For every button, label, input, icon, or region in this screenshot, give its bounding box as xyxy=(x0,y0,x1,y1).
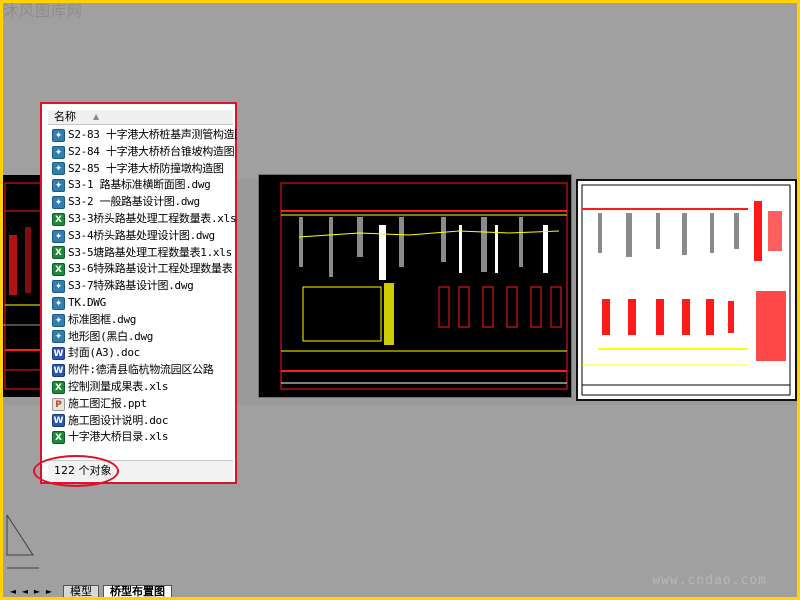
powerpoint-file-icon: P xyxy=(52,397,65,411)
dwg-file-icon: ✦ xyxy=(52,280,65,294)
file-name: 施工图汇报.ppt xyxy=(68,396,147,410)
word-file-icon: W xyxy=(52,347,65,361)
layout-tab-bar: ◄ ◄ ► ► 模型 桥型布置图 xyxy=(3,585,797,597)
file-name: S3-3桥头路基处理工程数量表.xls xyxy=(68,211,237,225)
list-item[interactable]: X 控制测量成果表.xls xyxy=(52,379,237,396)
ucs-axis-icon xyxy=(6,514,39,569)
list-item[interactable]: ✦ S2-83 十字港大桥桩基声测管构造图 xyxy=(52,127,237,144)
status-highlight-ellipse xyxy=(33,455,119,487)
list-item[interactable]: X 十字港大桥目录.xls xyxy=(52,429,237,446)
file-name: S3-6特殊路基设计工程处理数量表 xyxy=(68,262,233,276)
sort-ascending-icon: ▲ xyxy=(93,112,100,121)
file-name: S2-85 十字港大桥防撞墩构造图 xyxy=(68,161,224,175)
drawing-thumbnail-center[interactable] xyxy=(258,174,572,398)
file-name: 标准图框.dwg xyxy=(68,312,137,326)
file-name: 附件:德清县临杭物流园区公路 xyxy=(68,363,214,377)
file-name: 地形图(黑白.dwg xyxy=(68,329,154,343)
list-item[interactable]: ✦ S3-2 一般路基设计图.dwg xyxy=(52,194,237,211)
file-list-panel: 名称 ▲ ✦ S2-83 十字港大桥桩基声测管构造图 ✦ S2-84 十字港大桥桥台锥… xyxy=(40,102,237,484)
word-file-icon: W xyxy=(52,414,65,428)
list-item[interactable]: ✦ S3-7特殊路基设计图.dwg xyxy=(52,278,237,295)
word-file-icon: W xyxy=(52,364,65,378)
file-name: 十字港大桥目录.xls xyxy=(68,430,169,444)
dwg-file-icon: ✦ xyxy=(52,162,65,176)
excel-file-icon: X xyxy=(52,263,65,277)
excel-file-icon: X xyxy=(52,380,65,394)
column-header-label: 名称 xyxy=(54,110,76,123)
list-item[interactable]: ✦ S3-1 路基标准横断面图.dwg xyxy=(52,177,237,194)
list-item[interactable]: X S3-5塘路基处理工程数量表1.xls xyxy=(52,245,237,262)
list-item[interactable]: X S3-3桥头路基处理工程数量表.xls xyxy=(52,211,237,228)
list-item[interactable]: ✦ TK.DWG xyxy=(52,295,237,312)
file-name: 封面(A3).doc xyxy=(68,346,140,360)
file-name: S3-4桥头路基处理设计图.dwg xyxy=(68,228,215,242)
dwg-file-icon: ✦ xyxy=(52,229,65,243)
list-item[interactable]: ✦ S2-84 十字港大桥桥台锥坡构造图 xyxy=(52,144,237,161)
dwg-file-icon: ✦ xyxy=(52,330,65,344)
list-item[interactable]: W 施工图设计说明.doc xyxy=(52,413,237,430)
dwg-file-icon: ✦ xyxy=(52,313,65,327)
file-name: TK.DWG xyxy=(68,295,106,309)
list-item[interactable]: ✦ 地形图(黑白.dwg xyxy=(52,329,237,346)
dwg-file-icon: ✦ xyxy=(52,128,65,142)
last-tab-icon[interactable]: ► xyxy=(43,586,55,597)
drawing-thumbnail-right[interactable] xyxy=(576,179,797,401)
excel-file-icon: X xyxy=(52,246,65,260)
watermark-text: 沐风图库网 xyxy=(3,3,84,20)
list-item[interactable]: ✦ S3-4桥头路基处理设计图.dwg xyxy=(52,228,237,245)
excel-file-icon: X xyxy=(52,431,65,445)
file-name: S2-83 十字港大桥桩基声测管构造图 xyxy=(68,128,237,141)
file-name: 施工图设计说明.doc xyxy=(68,413,169,427)
next-tab-icon[interactable]: ► xyxy=(31,586,43,597)
dwg-file-icon: ✦ xyxy=(52,296,65,310)
excel-file-icon: X xyxy=(52,212,65,226)
prev-tab-icon[interactable]: ◄ xyxy=(19,586,31,597)
file-name: S3-1 路基标准横断面图.dwg xyxy=(68,178,211,192)
list-item[interactable]: X S3-6特殊路基设计工程处理数量表 xyxy=(52,261,237,278)
file-name: S3-5塘路基处理工程数量表1.xls xyxy=(68,245,232,259)
tab-layout[interactable]: 桥型布置图 xyxy=(103,585,172,597)
dwg-file-icon: ✦ xyxy=(52,179,65,193)
file-name: S3-7特殊路基设计图.dwg xyxy=(68,279,194,293)
file-name: S3-2 一般路基设计图.dwg xyxy=(68,195,200,209)
list-item[interactable]: ✦ S2-85 十字港大桥防撞墩构造图 xyxy=(52,161,237,178)
list-item[interactable]: P 施工图汇报.ppt xyxy=(52,396,237,413)
drawing-graphic-center xyxy=(280,182,568,390)
list-item[interactable]: W 封面(A3).doc xyxy=(52,345,237,362)
file-name: S2-84 十字港大桥桥台锥坡构造图 xyxy=(68,144,235,158)
file-name: 控制测量成果表.xls xyxy=(68,379,169,393)
file-list: ✦ S2-83 十字港大桥桩基声测管构造图 ✦ S2-84 十字港大桥桥台锥坡构造图 ✦… xyxy=(52,127,237,462)
dwg-file-icon: ✦ xyxy=(52,145,65,159)
dwg-file-icon: ✦ xyxy=(52,196,65,210)
list-item[interactable]: W 附件:德清县临杭物流园区公路 xyxy=(52,362,237,379)
name-column-header[interactable]: 名称 ▲ xyxy=(48,110,233,125)
drawing-graphic-right xyxy=(581,184,791,396)
first-tab-icon[interactable]: ◄ xyxy=(7,586,19,597)
list-item[interactable]: ✦ 标准图框.dwg xyxy=(52,312,237,329)
tab-model[interactable]: 模型 xyxy=(63,585,99,597)
